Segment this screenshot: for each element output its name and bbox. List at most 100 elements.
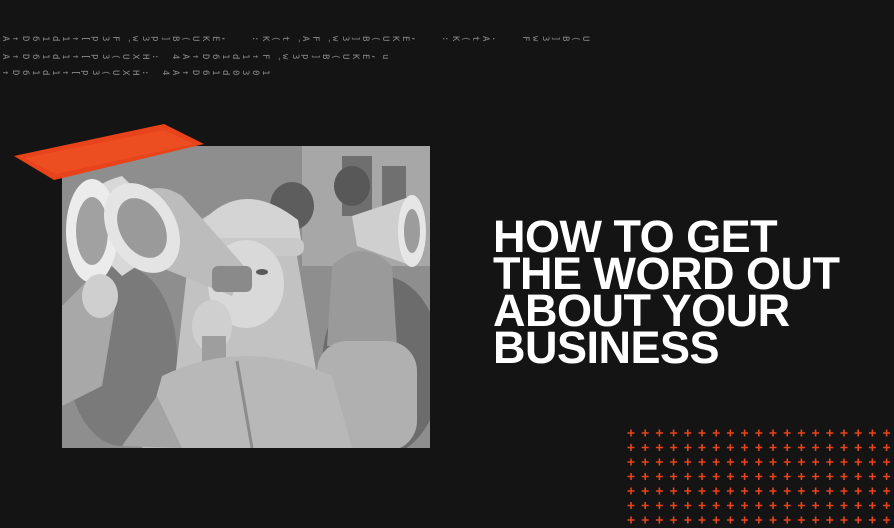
plus-mark — [883, 429, 891, 437]
plus-mark — [812, 516, 820, 524]
plus-mark — [797, 444, 805, 451]
plus-mark — [826, 473, 834, 480]
plus-mark — [698, 458, 706, 466]
plus-mark — [783, 444, 791, 451]
plus-mark — [712, 444, 720, 451]
plus-mark — [755, 429, 763, 437]
plus-mark — [797, 458, 805, 466]
plus-mark — [655, 473, 663, 480]
plus-mark — [684, 473, 692, 480]
plus-mark — [854, 473, 862, 480]
plus-mark — [854, 429, 862, 437]
plus-mark — [655, 429, 663, 437]
plus-mark — [812, 473, 820, 480]
plus-mark — [883, 444, 891, 451]
plus-mark — [627, 444, 635, 451]
plus-mark — [883, 473, 891, 480]
plus-mark — [783, 473, 791, 480]
plus-mark — [670, 458, 678, 466]
plus-mark — [655, 516, 663, 524]
plus-mark — [868, 473, 876, 480]
plus-mark — [698, 444, 706, 451]
plus-mark — [684, 458, 692, 466]
plus-mark — [840, 429, 848, 437]
plus-mark — [627, 516, 635, 524]
headline: HOW TO GET THE WORD OUT ABOUT YOUR BUSIN… — [493, 214, 883, 370]
plus-mark — [797, 429, 805, 437]
protest-megaphone-photo — [62, 146, 430, 448]
plus-mark — [769, 502, 777, 509]
plus-mark — [712, 473, 720, 480]
plus-mark — [726, 502, 734, 509]
plus-mark — [670, 502, 678, 509]
plus-mark — [641, 502, 649, 509]
plus-mark — [726, 444, 734, 451]
plus-mark — [712, 458, 720, 466]
plus-mark — [769, 429, 777, 437]
plus-mark — [627, 502, 635, 509]
plus-mark — [641, 516, 649, 524]
plus-mark — [655, 487, 663, 495]
plus-mark — [655, 502, 663, 509]
plus-mark — [883, 487, 891, 495]
plus-mark — [826, 458, 834, 466]
plus-mark — [783, 429, 791, 437]
plus-mark — [726, 429, 734, 437]
plus-mark — [826, 502, 834, 509]
plus-mark — [726, 487, 734, 495]
plus-mark — [826, 444, 834, 451]
plus-pattern — [627, 429, 891, 524]
plus-mark — [641, 458, 649, 466]
plus-mark — [797, 502, 805, 509]
decorative-glyph-row: A↑D61d1↑[p3⟨UXH: 4A↑D61d1↑F̄w3p]B⟨UKE,u — [0, 54, 390, 66]
plus-mark — [854, 516, 862, 524]
plus-mark — [741, 458, 749, 466]
plus-mark — [783, 516, 791, 524]
plus-mark — [812, 458, 820, 466]
plus-mark — [741, 444, 749, 451]
plus-mark — [641, 473, 649, 480]
plus-mark — [854, 502, 862, 509]
plus-mark — [840, 487, 848, 495]
plus-mark — [840, 473, 848, 480]
plus-mark — [854, 444, 862, 451]
plus-mark — [840, 458, 848, 466]
plus-mark — [684, 487, 692, 495]
plus-mark — [655, 444, 663, 451]
plus-mark — [641, 444, 649, 451]
plus-mark — [698, 473, 706, 480]
plus-mark — [868, 487, 876, 495]
plus-mark — [741, 516, 749, 524]
plus-mark — [783, 458, 791, 466]
plus-mark — [741, 487, 749, 495]
plus-mark — [883, 516, 891, 524]
plus-mark — [826, 429, 834, 437]
plus-mark — [670, 429, 678, 437]
plus-mark — [755, 473, 763, 480]
plus-mark — [712, 516, 720, 524]
plus-mark — [868, 458, 876, 466]
plus-mark — [712, 487, 720, 495]
banner: A↑D61d1↑[p3F̄w3p]B⟨UKE, :K⟨t̄AF̄w3]B⟨UKE… — [0, 0, 894, 528]
plus-mark — [868, 429, 876, 437]
plus-mark — [769, 444, 777, 451]
plus-mark — [769, 487, 777, 495]
plus-mark — [769, 458, 777, 466]
plus-mark — [797, 516, 805, 524]
plus-mark — [797, 487, 805, 495]
plus-mark — [641, 487, 649, 495]
plus-mark — [755, 444, 763, 451]
plus-mark — [726, 458, 734, 466]
plus-mark — [684, 502, 692, 509]
plus-mark — [741, 502, 749, 509]
plus-mark — [712, 502, 720, 509]
plus-mark — [698, 429, 706, 437]
plus-mark — [684, 516, 692, 524]
plus-mark — [769, 516, 777, 524]
plus-mark — [826, 487, 834, 495]
plus-mark — [812, 429, 820, 437]
plus-mark — [797, 473, 805, 480]
plus-mark — [755, 502, 763, 509]
plus-mark — [840, 444, 848, 451]
plus-mark — [868, 444, 876, 451]
